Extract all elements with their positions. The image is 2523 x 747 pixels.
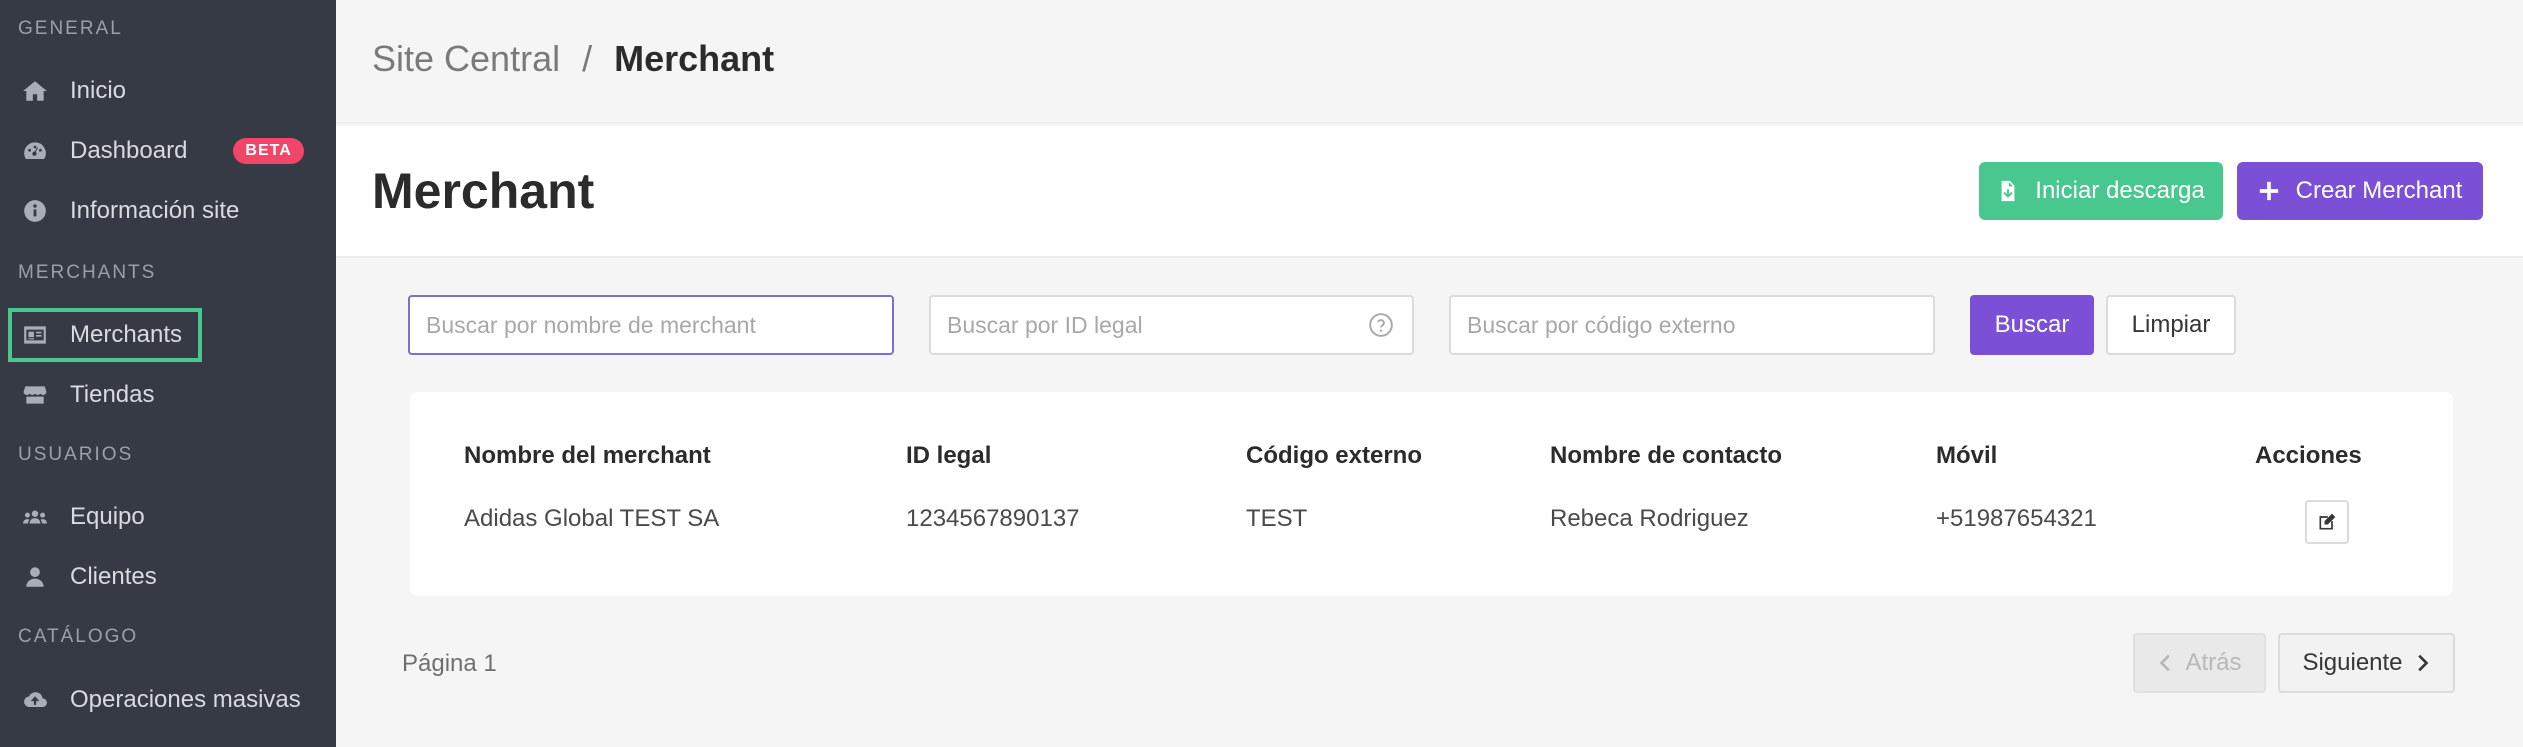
column-header-legal-id: ID legal (906, 442, 992, 469)
home-icon (20, 76, 50, 106)
sidebar-item-tiendas[interactable]: Tiendas (12, 372, 322, 418)
beta-badge: BETA (233, 138, 304, 164)
create-merchant-button-label: Crear Merchant (2295, 177, 2463, 204)
column-header-mobile: Móvil (1936, 442, 1998, 469)
previous-page-label: Atrás (2185, 649, 2242, 676)
dashboard-icon (20, 136, 50, 166)
breadcrumb-current: Merchant (614, 38, 775, 79)
external-code-search-input[interactable] (1449, 295, 1935, 355)
info-icon (20, 196, 50, 226)
edit-icon (2319, 513, 2336, 530)
cell-mobile: +51987654321 (1936, 505, 2097, 532)
page-indicator: Página 1 (402, 650, 497, 677)
next-page-label: Siguiente (2302, 649, 2403, 676)
sidebar-item-label: Merchants (70, 321, 183, 348)
create-merchant-button[interactable]: Crear Merchant (2237, 162, 2483, 220)
column-header-contact-name: Nombre de contacto (1550, 442, 1783, 469)
plus-icon (2259, 181, 2278, 201)
sidebar-item-merchants[interactable]: Merchants (8, 308, 202, 362)
chevron-left-icon (2160, 654, 2171, 672)
breadcrumb: Site Central / Merchant (372, 38, 774, 80)
merchant-name-search-input[interactable] (408, 295, 894, 355)
search-button[interactable]: Buscar (1970, 295, 2094, 355)
menu-label-merchants: MERCHANTS (18, 262, 157, 283)
topbar: Site Central / Merchant (336, 0, 2523, 124)
menu-label-general: GENERAL (18, 18, 123, 39)
cell-external-code: TEST (1246, 505, 1308, 532)
sidebar-item-operaciones-masivas[interactable]: Operaciones masivas (12, 677, 322, 723)
title-bar: Merchant Iniciar descarga Crear Merchant (336, 126, 2523, 258)
sidebar-item-label: Inicio (70, 77, 127, 104)
id-card-icon (20, 320, 50, 350)
cell-legal-id: 1234567890137 (906, 505, 1080, 532)
cell-contact-name: Rebeca Rodriguez (1550, 505, 1749, 532)
sidebar: GENERAL Inicio Dashboard BETA Informació… (0, 0, 336, 747)
edit-button[interactable] (2305, 500, 2349, 544)
user-icon (20, 562, 50, 592)
clear-button[interactable]: Limpiar (2106, 295, 2236, 355)
merchants-table: Nombre del merchant ID legal Código exte… (410, 392, 2453, 596)
next-page-button[interactable]: Siguiente (2278, 633, 2455, 693)
sidebar-item-informacion-site[interactable]: Información site (12, 188, 322, 234)
sidebar-item-label: Clientes (70, 563, 157, 590)
column-header-merchant-name: Nombre del merchant (464, 442, 711, 469)
sidebar-item-equipo[interactable]: Equipo (12, 494, 322, 540)
sidebar-item-dashboard[interactable]: Dashboard BETA (12, 128, 322, 174)
column-header-actions: Acciones (2255, 442, 2362, 469)
menu-label-catalogo: CATÁLOGO (18, 626, 139, 647)
legal-id-search-input[interactable] (929, 295, 1414, 355)
breadcrumb-link-site-central[interactable]: Site Central (372, 38, 560, 80)
cell-merchant-name: Adidas Global TEST SA (464, 505, 720, 532)
sidebar-item-inicio[interactable]: Inicio (12, 68, 322, 114)
store-icon (20, 380, 50, 410)
page-title: Merchant (372, 163, 595, 219)
cloud-upload-icon (20, 685, 50, 715)
sidebar-item-label: Operaciones masivas (70, 686, 301, 713)
sidebar-item-label: Dashboard (70, 137, 188, 164)
download-button-label: Iniciar descarga (2035, 177, 2205, 204)
sidebar-item-clientes[interactable]: Clientes (12, 554, 322, 600)
menu-label-usuarios: USUARIOS (18, 444, 134, 465)
sidebar-item-label: Información site (70, 197, 240, 224)
previous-page-button[interactable]: Atrás (2133, 633, 2266, 693)
sidebar-item-label: Tiendas (70, 381, 155, 408)
users-icon (20, 502, 50, 532)
chevron-right-icon (2417, 654, 2428, 672)
column-header-external-code: Código externo (1246, 442, 1423, 469)
help-circle-icon[interactable] (1368, 312, 1394, 338)
sidebar-item-label: Equipo (70, 503, 145, 530)
breadcrumb-separator: / (582, 38, 593, 79)
download-button[interactable]: Iniciar descarga (1979, 162, 2223, 220)
file-download-icon (2001, 180, 2015, 202)
